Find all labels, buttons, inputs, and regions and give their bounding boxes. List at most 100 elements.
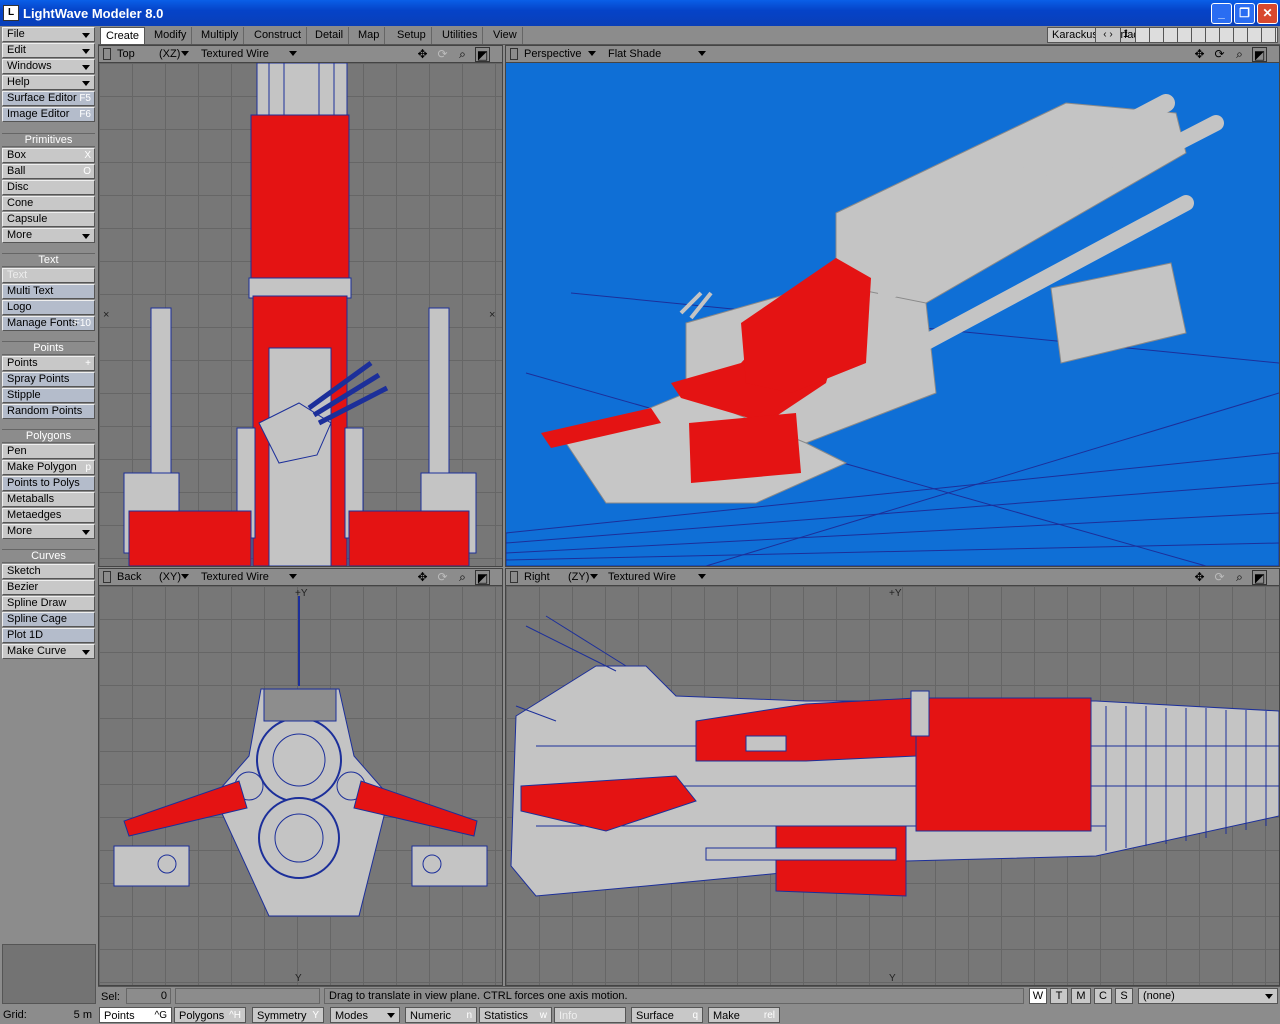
chevron-down-icon[interactable] (181, 574, 189, 579)
view-select[interactable]: Top (113, 46, 135, 62)
primitives-more-button[interactable]: More (2, 228, 95, 243)
weight-map-button[interactable]: W (1029, 988, 1047, 1004)
menu-edit-button[interactable]: Edit (2, 43, 95, 58)
viewport-perspective[interactable]: Perspective Flat Shade ✥ ⟳ ⌕ ◩ (505, 45, 1280, 567)
viewport-maximize-icon[interactable] (103, 571, 111, 583)
polygons-more-button[interactable]: More (2, 524, 95, 539)
zoom-view-icon[interactable]: ⌕ (1232, 570, 1247, 585)
stipple-button[interactable]: Stipple (2, 388, 95, 403)
plot-1d-button[interactable]: Plot 1D (2, 628, 95, 643)
move-view-icon[interactable]: ✥ (415, 570, 430, 585)
polygons-mode-button[interactable]: Polygons ^H (174, 1007, 246, 1023)
spline-draw-button[interactable]: Spline Draw (2, 596, 95, 611)
zoom-view-icon[interactable]: ⌕ (455, 47, 470, 62)
ball-button[interactable]: Ball O (2, 164, 95, 179)
view-select[interactable]: Right (520, 569, 550, 585)
move-view-icon[interactable]: ✥ (1192, 47, 1207, 62)
tab-construct[interactable]: Construct (249, 27, 308, 44)
chevron-down-icon[interactable] (590, 574, 598, 579)
maximize-view-icon[interactable]: ◩ (1252, 47, 1267, 62)
rotate-view-icon[interactable]: ⟳ (435, 47, 450, 62)
spray-points-button[interactable]: Spray Points (2, 372, 95, 387)
make-curve-button[interactable]: Make Curve (2, 644, 95, 659)
zoom-view-icon[interactable]: ⌕ (1232, 47, 1247, 62)
render-mode-select[interactable]: Textured Wire (197, 569, 269, 585)
morph-map-button[interactable]: M (1071, 988, 1091, 1004)
chevron-down-icon[interactable] (181, 51, 189, 56)
image-editor-button[interactable]: Image Editor F6 (2, 107, 95, 122)
points-mode-button[interactable]: Points ^G (99, 1007, 172, 1023)
viewport-maximize-icon[interactable] (510, 48, 518, 60)
cone-button[interactable]: Cone (2, 196, 95, 211)
viewport-top-canvas[interactable]: × × (99, 62, 502, 566)
info-button[interactable]: Info (554, 1007, 626, 1023)
box-button[interactable]: Box X (2, 148, 95, 163)
text-button[interactable]: Text (2, 268, 95, 283)
restore-icon[interactable]: ❐ (1234, 2, 1255, 24)
layer-buttons[interactable] (1135, 27, 1278, 43)
minimize-icon[interactable]: _ (1211, 2, 1232, 24)
chevron-down-icon[interactable] (698, 51, 706, 56)
manage-fonts-button[interactable]: Manage Fonts F10 (2, 316, 95, 331)
modes-button[interactable]: Modes (330, 1007, 400, 1023)
surface-button[interactable]: Surface q (631, 1007, 703, 1023)
move-view-icon[interactable]: ✥ (1192, 570, 1207, 585)
viewport-maximize-icon[interactable] (510, 571, 518, 583)
chevron-down-icon[interactable] (698, 574, 706, 579)
render-mode-select[interactable]: Textured Wire (197, 46, 269, 62)
tab-modify[interactable]: Modify (149, 27, 193, 44)
rotate-view-icon[interactable]: ⟳ (435, 570, 450, 585)
tab-map[interactable]: Map (353, 27, 386, 44)
spline-cage-button[interactable]: Spline Cage (2, 612, 95, 627)
chevron-down-icon[interactable] (289, 574, 297, 579)
viewport-back[interactable]: Back (XY) Textured Wire ✥ ⟳ ⌕ ◩ +Y Y (98, 568, 503, 986)
layer-nav-arrows-icon[interactable]: ‹ › (1095, 27, 1121, 43)
render-mode-select[interactable]: Flat Shade (604, 46, 661, 62)
menu-windows-button[interactable]: Windows (2, 59, 95, 74)
rotate-view-icon[interactable]: ⟳ (1212, 570, 1227, 585)
points-button[interactable]: Points + (2, 356, 95, 371)
maximize-view-icon[interactable]: ◩ (1252, 570, 1267, 585)
numeric-button[interactable]: Numeric n (405, 1007, 477, 1023)
symmetry-button[interactable]: Symmetry Y (252, 1007, 324, 1023)
bezier-button[interactable]: Bezier (2, 580, 95, 595)
view-select[interactable]: Back (113, 569, 141, 585)
tab-setup[interactable]: Setup (392, 27, 432, 44)
viewport-right[interactable]: Right (ZY) Textured Wire ✥ ⟳ ⌕ ◩ +Y Y (505, 568, 1280, 986)
metaedges-button[interactable]: Metaedges (2, 508, 95, 523)
color-map-button[interactable]: C (1094, 988, 1112, 1004)
render-mode-select[interactable]: Textured Wire (604, 569, 676, 585)
tab-utilities[interactable]: Utilities (437, 27, 484, 44)
viewport-perspective-canvas[interactable] (506, 63, 1279, 566)
menu-help-button[interactable]: Help (2, 75, 95, 90)
view-select[interactable]: Perspective (520, 46, 581, 62)
tab-create[interactable]: Create (100, 27, 146, 44)
pen-button[interactable]: Pen (2, 444, 95, 459)
texture-map-button[interactable]: T (1050, 988, 1068, 1004)
viewport-maximize-icon[interactable] (103, 48, 111, 60)
vertex-map-select[interactable]: (none) (1138, 988, 1278, 1004)
viewport-right-canvas[interactable]: +Y Y (506, 586, 1279, 985)
sketch-button[interactable]: Sketch (2, 564, 95, 579)
rotate-view-icon[interactable]: ⟳ (1212, 47, 1227, 62)
chevron-down-icon[interactable] (289, 51, 297, 56)
random-points-button[interactable]: Random Points (2, 404, 95, 419)
capsule-button[interactable]: Capsule (2, 212, 95, 227)
disc-button[interactable]: Disc (2, 180, 95, 195)
logo-button[interactable]: Logo (2, 300, 95, 315)
viewport-back-canvas[interactable]: +Y Y (99, 586, 502, 985)
make-button[interactable]: Make rel (708, 1007, 780, 1023)
zoom-view-icon[interactable]: ⌕ (455, 570, 470, 585)
tab-multiply[interactable]: Multiply (196, 27, 245, 44)
maximize-view-icon[interactable]: ◩ (475, 47, 490, 62)
points-to-polys-button[interactable]: Points to Polys (2, 476, 95, 491)
move-view-icon[interactable]: ✥ (415, 47, 430, 62)
tab-detail[interactable]: Detail (310, 27, 350, 44)
make-polygon-button[interactable]: Make Polygon p (2, 460, 95, 475)
maximize-view-icon[interactable]: ◩ (475, 570, 490, 585)
multi-text-button[interactable]: Multi Text (2, 284, 95, 299)
viewport-top[interactable]: Top (XZ) Textured Wire ✥ ⟳ ⌕ ◩ × × (98, 45, 503, 567)
close-icon[interactable]: ✕ (1257, 2, 1278, 24)
tab-view[interactable]: View (488, 27, 523, 44)
menu-file-button[interactable]: File (2, 27, 95, 42)
